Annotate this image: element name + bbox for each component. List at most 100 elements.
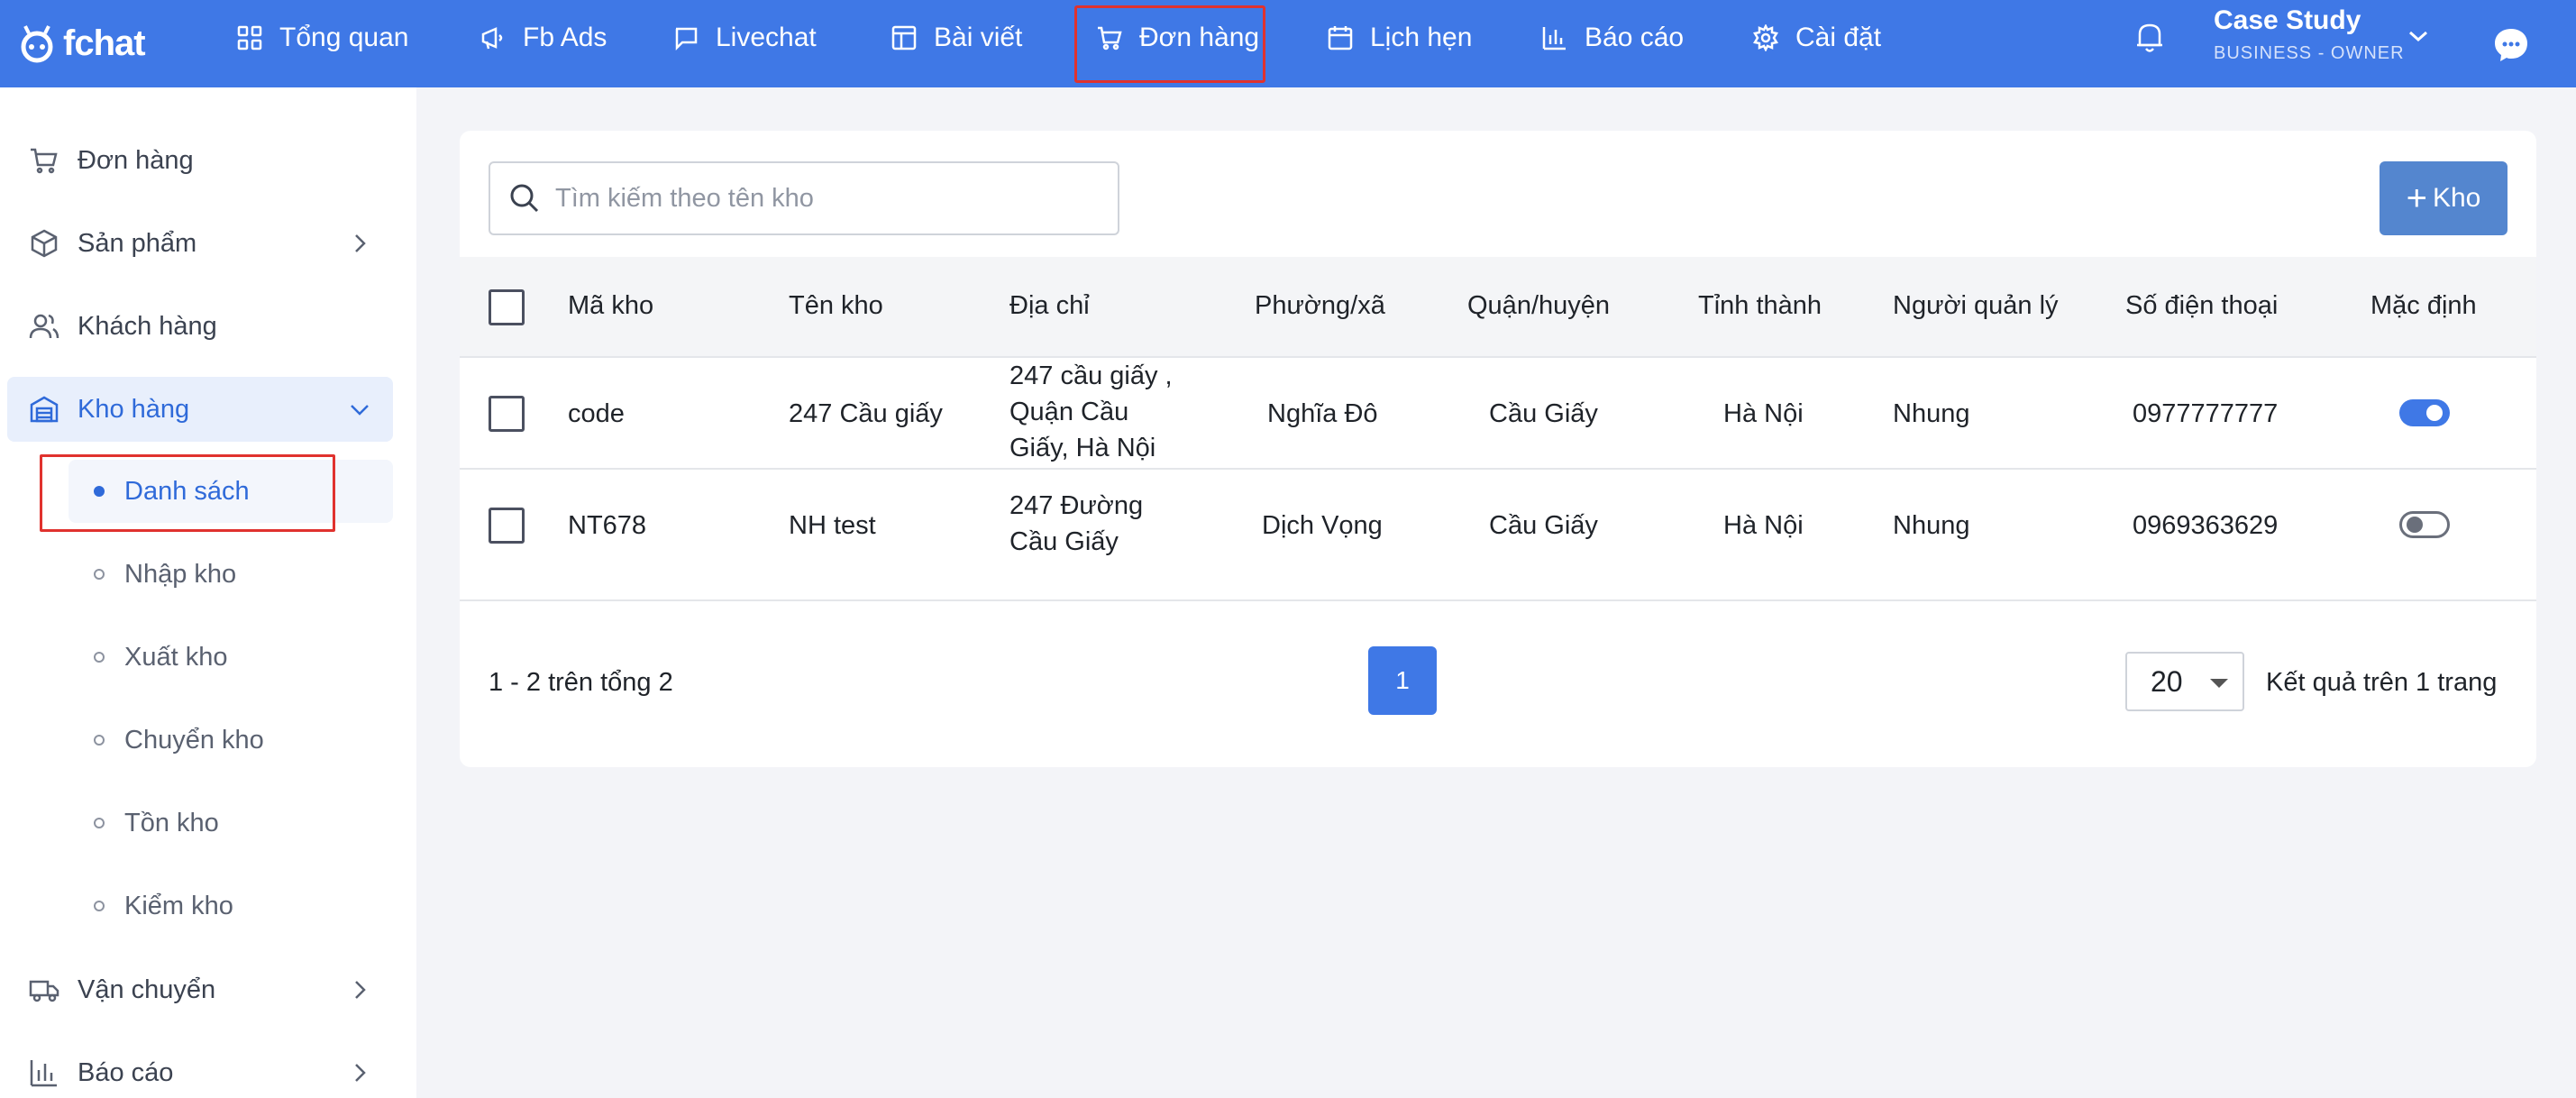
cell-name: NH test	[789, 511, 876, 540]
nav-bai-viet[interactable]: Bài viết	[891, 0, 1022, 76]
sidebar-item-label: Vận chuyển	[78, 974, 216, 1004]
bar-chart-icon	[30, 1060, 57, 1087]
row-checkbox[interactable]	[489, 396, 525, 432]
fchat-logo-icon	[21, 25, 53, 63]
cell-district: Cầu Giấy	[1489, 511, 1598, 540]
user-name: Case Study	[2214, 5, 2361, 35]
page-button-current[interactable]: 1	[1368, 646, 1437, 715]
nav-livechat[interactable]: Livechat	[672, 0, 817, 76]
nav-bao-cao[interactable]: Báo cáo	[1541, 0, 1684, 76]
toggle-knob	[2426, 405, 2443, 421]
users-icon	[29, 314, 59, 339]
search-icon	[510, 184, 539, 213]
sidebar-item-don-hang[interactable]: Đơn hàng	[7, 128, 393, 193]
chevron-down-icon	[351, 405, 369, 416]
column-header: Mặc định	[2370, 291, 2477, 320]
search-input[interactable]	[555, 183, 1096, 214]
sidebar-item-label: Khách hàng	[78, 311, 217, 341]
cell-province: Hà Nội	[1723, 399, 1804, 428]
nav-tong-quan[interactable]: Tổng quan	[236, 0, 408, 76]
sidebar-item-san-pham[interactable]: Sản phẩm	[7, 211, 393, 276]
sidebar-item-van-chuyen[interactable]: Vận chuyển	[7, 957, 393, 1022]
sidebar-subitem-label: Kiểm kho	[124, 891, 233, 920]
column-header: Số điện thoại	[2125, 291, 2279, 320]
cell-address-line: Cầu Giấy	[1009, 527, 1119, 556]
sidebar-item-label: Báo cáo	[78, 1057, 174, 1087]
cell-code: code	[568, 399, 625, 428]
sidebar-subitem-label: Xuất kho	[124, 642, 228, 672]
cell-name: 247 Cầu giấy	[789, 399, 943, 428]
user-menu[interactable]: Case Study BUSINESS - OWNER	[2214, 5, 2405, 64]
table-row[interactable]: NT678 NH test 247 Đường Cầu Giấy Dịch Vọ…	[460, 470, 2536, 601]
select-all-checkbox[interactable]	[489, 289, 525, 325]
chevron-right-icon	[355, 981, 366, 999]
nav-label: Fb Ads	[523, 23, 607, 52]
cart-icon	[31, 148, 58, 174]
column-header: Tỉnh thành	[1698, 291, 1822, 320]
page-size-select[interactable]: 20	[2125, 652, 2244, 711]
cell-address-line: Giấy, Hà Nội	[1009, 434, 1156, 462]
sidebar-highlight-box	[40, 454, 335, 532]
caret-down-icon	[2210, 679, 2228, 688]
cell-province: Hà Nội	[1723, 511, 1804, 540]
nav-label: Bài viết	[934, 23, 1023, 52]
nav-lich-hen[interactable]: Lịch hẹn	[1327, 0, 1472, 76]
chevron-down-icon[interactable]	[2407, 27, 2430, 45]
nav-label: Báo cáo	[1585, 23, 1685, 52]
bullet-dot	[94, 818, 105, 828]
nav-fb-ads[interactable]: Fb Ads	[480, 0, 607, 76]
logo-text: fchat	[63, 23, 146, 63]
calendar-icon	[1328, 26, 1353, 50]
sidebar-item-bao-cao[interactable]: Báo cáo	[7, 1040, 393, 1098]
cell-phone: 0977777777	[2133, 399, 2279, 428]
cell-address-line: 247 Đường	[1009, 491, 1144, 520]
top-navbar: fchat Tổng quan Fb Ads Livechat Bài viết…	[0, 0, 2576, 87]
column-header: Quận/huyện	[1467, 291, 1611, 320]
row-checkbox[interactable]	[489, 508, 525, 544]
nav-label: Tổng quan	[279, 23, 409, 52]
sidebar-subitem-kiem-kho[interactable]: Kiểm kho	[69, 874, 393, 938]
fchat-logo[interactable]: fchat	[16, 16, 146, 70]
nav-cai-dat[interactable]: Cài đặt	[1752, 0, 1881, 76]
column-header: Mã kho	[568, 291, 654, 320]
megaphone-icon	[481, 27, 503, 50]
sidebar-item-khach-hang[interactable]: Khách hàng	[7, 294, 393, 359]
sidebar-subitem-nhap-kho[interactable]: Nhập kho	[69, 543, 393, 606]
cell-manager: Nhung	[1893, 399, 1970, 428]
cell-address-line: 247 cầu giấy ,	[1009, 361, 1173, 390]
bell-icon[interactable]	[2134, 20, 2165, 54]
table-row[interactable]: code 247 Cầu giấy 247 cầu giấy , Quận Cầ…	[460, 358, 2536, 470]
sidebar-subitem-ton-kho[interactable]: Tồn kho	[69, 791, 393, 855]
cell-district: Cầu Giấy	[1489, 399, 1598, 428]
page-size-label: Kết quả trên 1 trang	[2266, 668, 2498, 697]
bullet-dot	[94, 652, 105, 663]
sidebar-item-label: Kho hàng	[78, 394, 190, 424]
column-header: Tên kho	[789, 291, 883, 320]
nav-highlight-box	[1074, 5, 1265, 83]
pagination-summary: 1 - 2 trên tổng 2	[489, 668, 673, 697]
bullet-dot	[94, 901, 105, 911]
plus-icon: +	[2406, 178, 2427, 218]
chat-icon	[675, 27, 698, 51]
warehouse-icon	[30, 396, 59, 423]
messenger-icon[interactable]	[2491, 25, 2531, 65]
column-header: Phường/xã	[1255, 291, 1385, 320]
default-toggle[interactable]	[2399, 511, 2450, 538]
sidebar-subitem-xuat-kho[interactable]: Xuất kho	[69, 626, 393, 689]
nav-label: Livechat	[716, 23, 817, 52]
bar-chart-icon	[1542, 27, 1566, 50]
sidebar-item-kho-hang[interactable]: Kho hàng	[7, 377, 393, 442]
bullet-dot	[94, 735, 105, 746]
sidebar: Đơn hàng Sản phẩm Khách hàng Kho hàng Da…	[0, 87, 416, 1098]
add-warehouse-button[interactable]: + Kho	[2380, 161, 2507, 235]
sidebar-subitem-chuyen-kho[interactable]: Chuyển kho	[69, 709, 393, 772]
sidebar-subitem-label: Nhập kho	[124, 559, 237, 589]
default-toggle[interactable]	[2399, 399, 2450, 426]
table-header: Mã kho Tên kho Địa chỉ Phường/xã Quận/hu…	[460, 257, 2536, 358]
column-header: Người quản lý	[1893, 291, 2059, 320]
bullet-dot	[94, 569, 105, 580]
cell-ward: Nghĩa Đô	[1267, 399, 1378, 428]
grid-icon	[237, 25, 262, 50]
gear-icon	[1753, 24, 1778, 51]
search-box[interactable]	[489, 161, 1119, 235]
